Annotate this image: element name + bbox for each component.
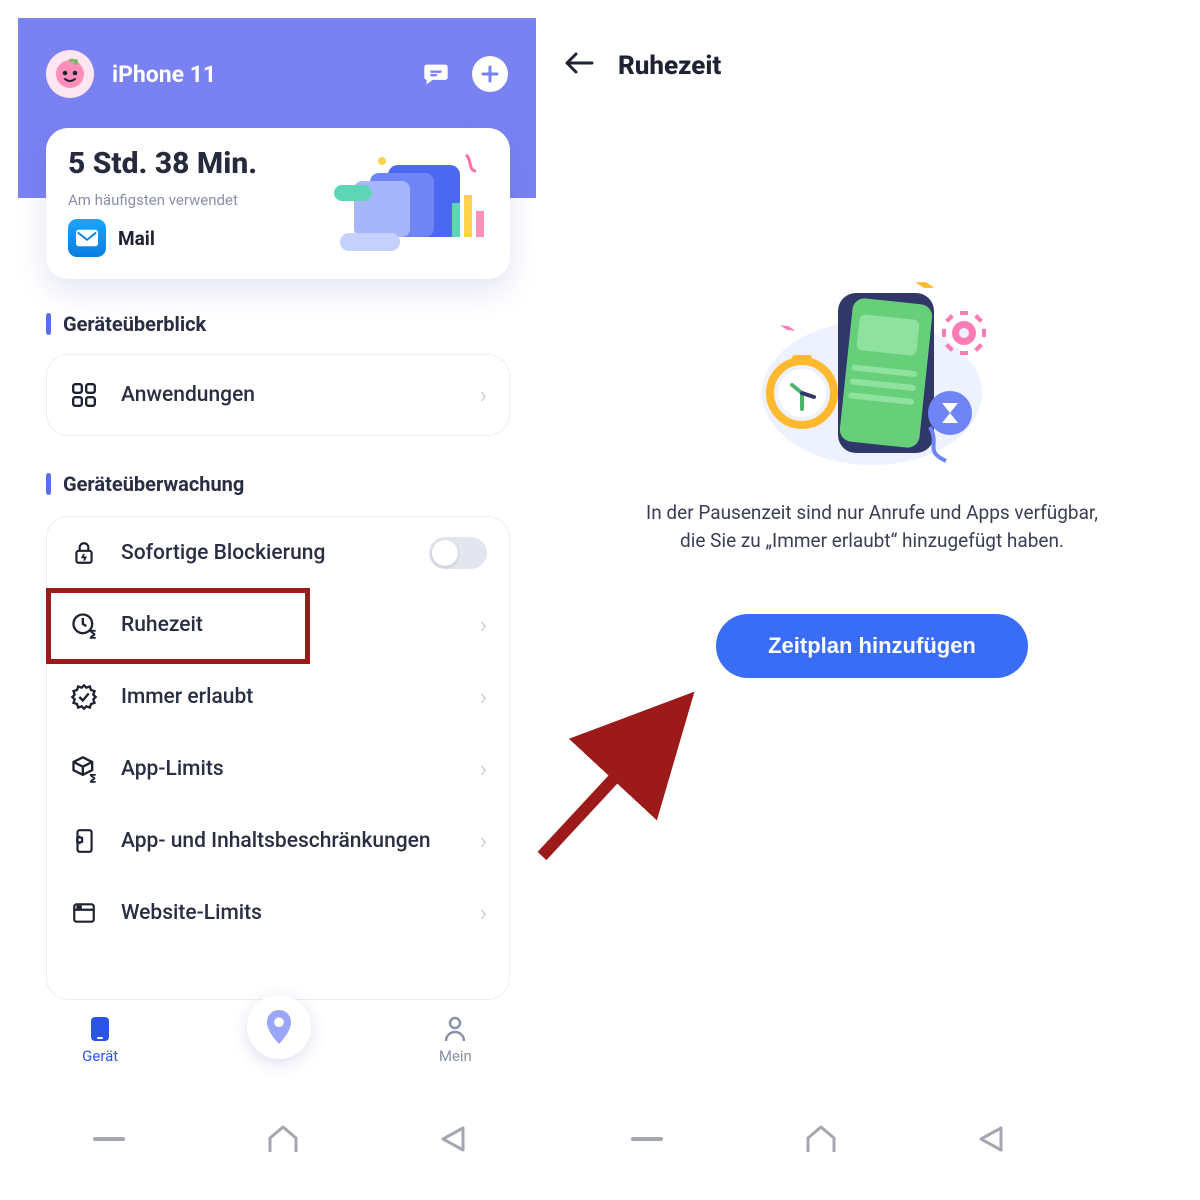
home-icon[interactable] <box>266 1124 300 1154</box>
home-icon[interactable] <box>804 1124 838 1154</box>
back-nav-icon[interactable] <box>975 1124 1009 1154</box>
chevron-right-icon: › <box>480 611 487 639</box>
tab-device[interactable]: Gerät <box>82 1015 118 1065</box>
character-icon <box>54 58 86 90</box>
apps-row[interactable]: Anwendungen › <box>47 355 509 435</box>
cube-hourglass-icon <box>69 754 99 784</box>
overview-section-title: Geräteüberblick <box>46 312 206 336</box>
mail-icon <box>68 219 106 257</box>
always-allowed-row[interactable]: Immer erlaubt › <box>47 661 509 733</box>
chat-icon <box>422 60 450 88</box>
chevron-right-icon: › <box>480 683 487 711</box>
browser-icon <box>69 898 99 928</box>
clock-hourglass-icon <box>69 610 99 640</box>
avatar[interactable] <box>46 50 94 98</box>
recent-apps-icon[interactable] <box>627 1126 667 1152</box>
arrow-left-icon <box>564 51 594 75</box>
usage-illustration <box>318 147 488 257</box>
page-title: Ruhezeit <box>618 51 721 81</box>
monitoring-card: Sofortige Blockierung Ruhezeit › Immer e… <box>46 516 510 1000</box>
website-limits-row[interactable]: Website-Limits › <box>47 877 509 949</box>
add-device-button[interactable] <box>472 56 508 92</box>
usage-time: 5 Std. 38 Min. <box>68 146 318 181</box>
chevron-right-icon: › <box>480 899 487 927</box>
add-schedule-button[interactable]: Zeitplan hinzufügen <box>716 614 1028 678</box>
apps-icon <box>69 380 99 410</box>
chevron-right-icon: › <box>480 381 487 409</box>
content-restrictions-row[interactable]: App- und Inhaltsbeschränkungen › <box>47 805 509 877</box>
lock-bolt-icon <box>69 538 99 568</box>
downtime-screen: Ruhezeit <box>536 0 1200 1040</box>
instant-block-toggle[interactable] <box>429 537 487 569</box>
usage-stats-card[interactable]: 5 Std. 38 Min. Am häufigsten verwendet M… <box>46 128 510 279</box>
chevron-right-icon: › <box>480 755 487 783</box>
tab-location[interactable] <box>247 995 311 1059</box>
downtime-row[interactable]: Ruhezeit › <box>47 589 509 661</box>
instant-block-row[interactable]: Sofortige Blockierung <box>47 517 509 589</box>
recent-apps-icon[interactable] <box>89 1126 129 1152</box>
usage-subtitle: Am häufigsten verwendet <box>68 191 318 209</box>
android-nav-left <box>20 1124 540 1154</box>
overview-card: Anwendungen › <box>46 354 510 436</box>
plus-icon <box>481 65 499 83</box>
back-nav-icon[interactable] <box>437 1124 471 1154</box>
downtime-illustration <box>742 263 1002 473</box>
android-nav-right <box>558 1124 1078 1154</box>
seal-check-icon <box>69 682 99 712</box>
messages-button[interactable] <box>418 56 454 92</box>
tab-mine[interactable]: Mein <box>439 1015 472 1065</box>
location-pin-icon <box>264 1010 294 1044</box>
device-name[interactable]: iPhone 11 <box>112 61 400 88</box>
bottom-tab-bar: Gerät Mein <box>18 1000 536 1080</box>
profile-icon <box>441 1015 469 1043</box>
chevron-right-icon: › <box>480 827 487 855</box>
device-tab-icon <box>86 1015 114 1043</box>
back-button[interactable] <box>564 48 594 83</box>
most-used-app: Mail <box>118 227 155 250</box>
device-overview-screen: iPhone 11 5 Std. 38 Min. Am häufigsten v… <box>0 0 536 1040</box>
monitoring-section-title: Geräteüberwachung <box>46 472 244 496</box>
downtime-description: In der Pausenzeit sind nur Anrufe und Ap… <box>642 499 1102 554</box>
app-limits-row[interactable]: App-Limits › <box>47 733 509 805</box>
phone-gear-icon <box>69 826 99 856</box>
